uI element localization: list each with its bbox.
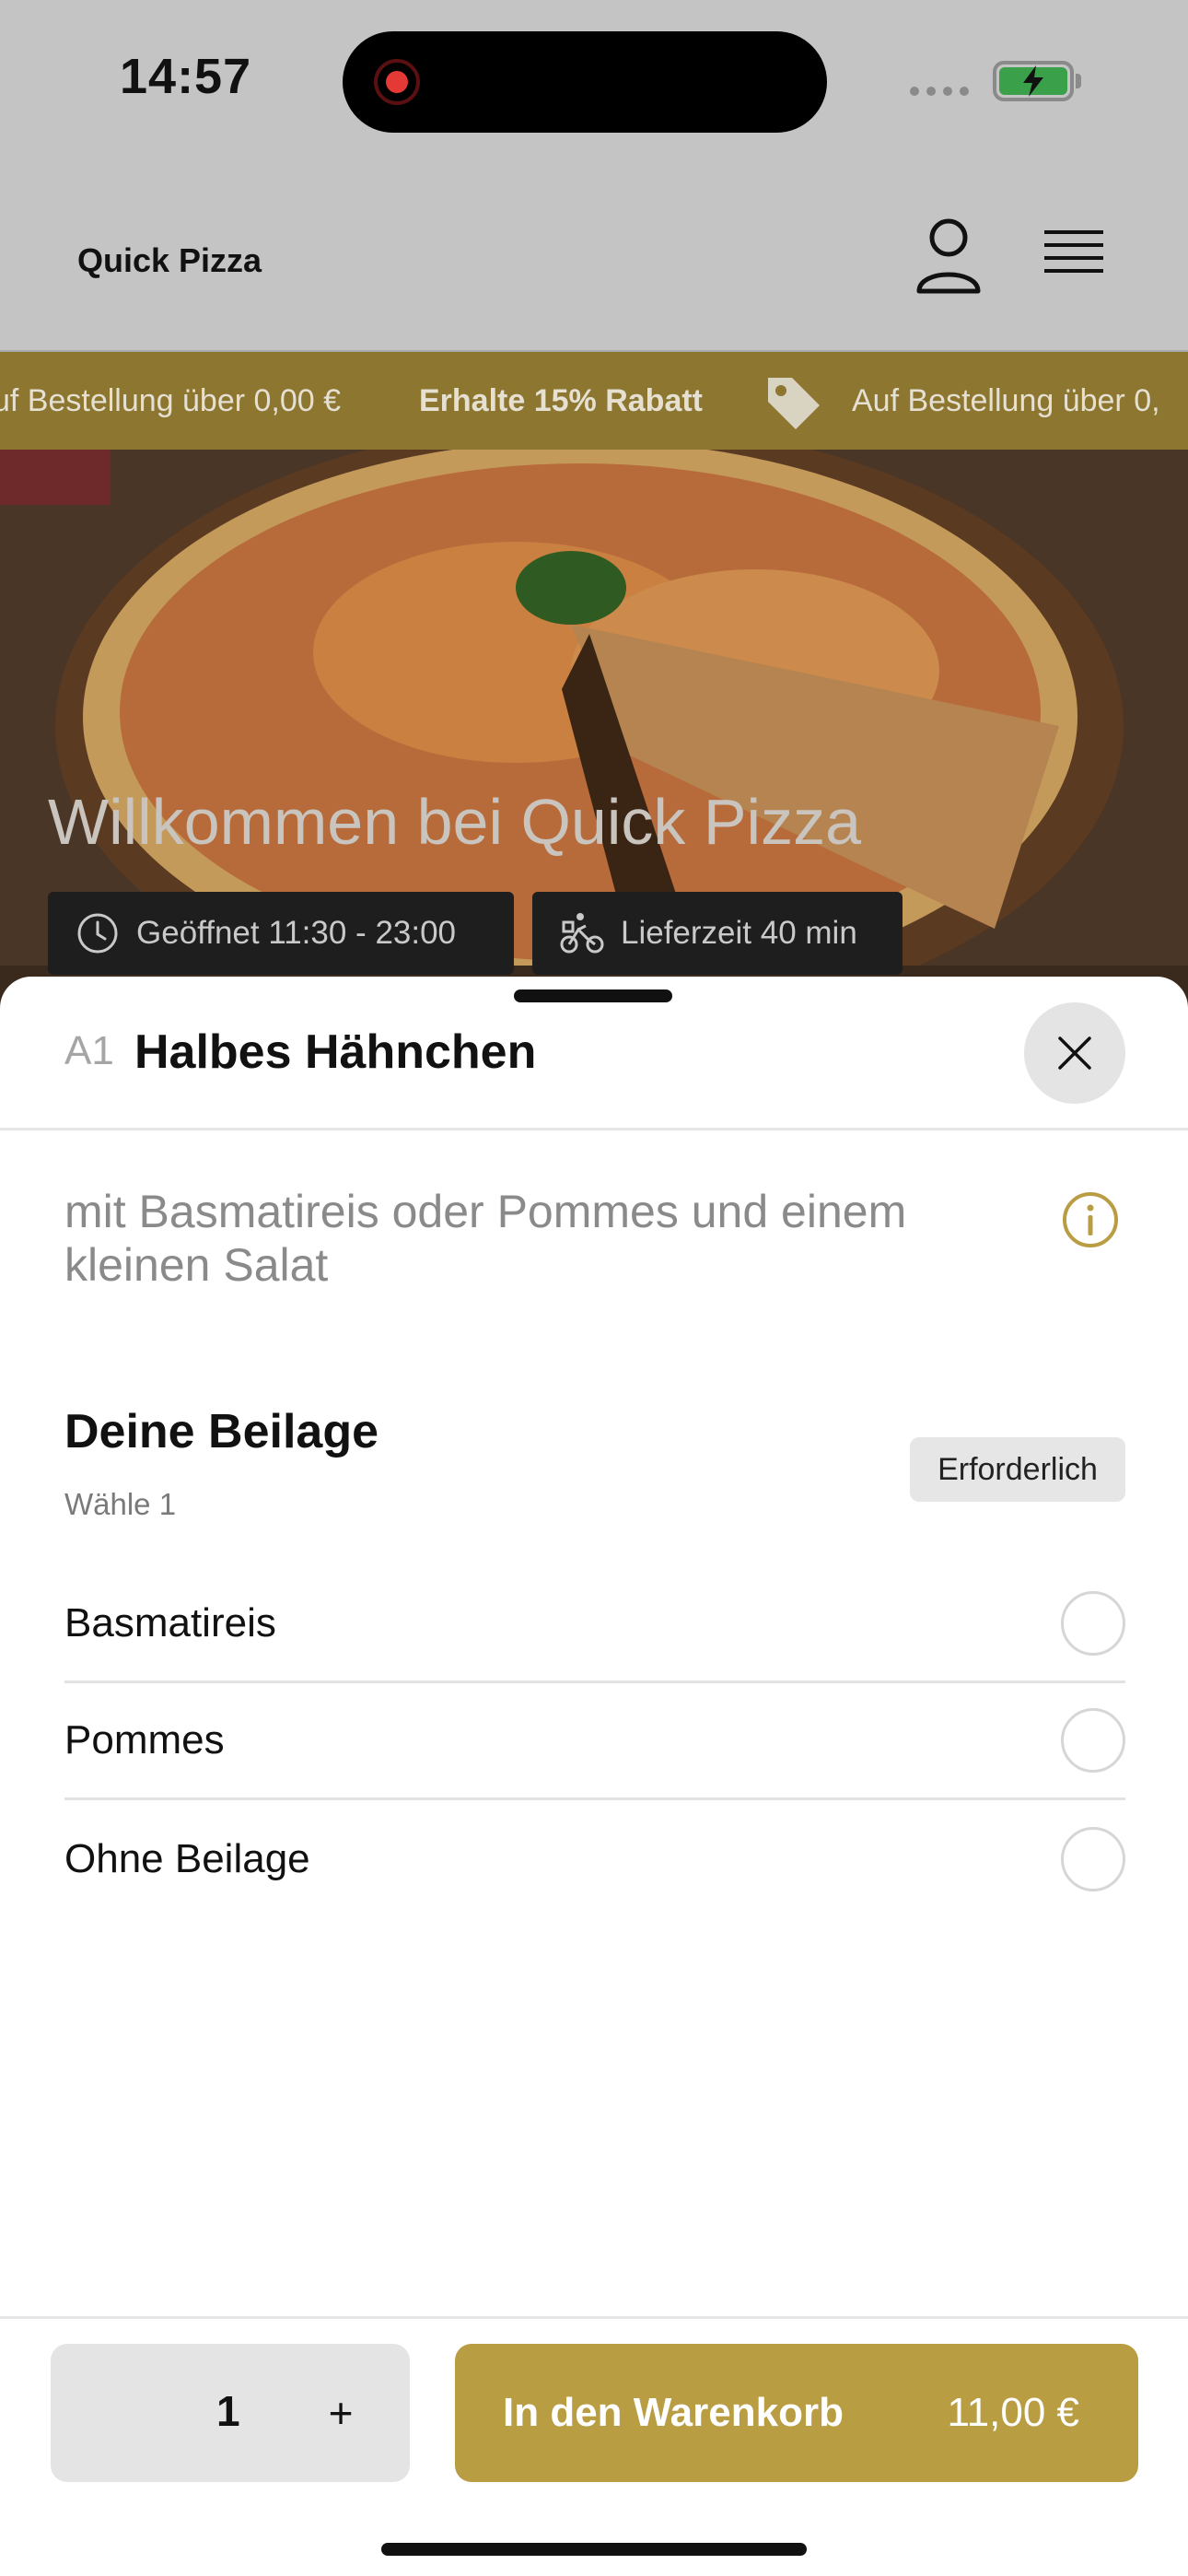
side-dish-options: Basmatireis Pommes Ohne Beilage — [64, 1566, 1125, 1917]
menu-button[interactable] — [1041, 223, 1107, 289]
signal-icon — [910, 87, 969, 96]
hero-title: Willkommen bei Quick Pizza — [48, 786, 861, 858]
delivery-time-chip: Lieferzeit 40 min — [532, 892, 903, 975]
radio-button[interactable] — [1061, 1826, 1125, 1891]
side-dish-section-subtitle: Wähle 1 — [64, 1487, 177, 1521]
quantity-stepper: 1 + — [51, 2344, 410, 2482]
opening-hours-chip: Geöffnet 11:30 - 23:00 — [48, 892, 514, 975]
recording-indicator-icon — [374, 59, 420, 105]
courier-bike-icon — [560, 913, 604, 954]
brand-name[interactable]: Quick Pizza — [77, 241, 262, 280]
item-code: A1 — [64, 1028, 114, 1073]
user-icon — [916, 218, 981, 294]
promo-text: uf Bestellung über 0,00 € — [0, 383, 342, 418]
close-icon — [1058, 1036, 1091, 1070]
status-time: 14:57 — [120, 49, 252, 104]
radio-button[interactable] — [1061, 1708, 1125, 1773]
option-label: Ohne Beilage — [64, 1835, 310, 1881]
option-basmatireis[interactable]: Basmatireis — [64, 1566, 1125, 1683]
close-button[interactable] — [1024, 1002, 1125, 1104]
account-button[interactable] — [914, 217, 984, 297]
info-icon[interactable] — [1061, 1190, 1120, 1249]
divider — [0, 2316, 1188, 2319]
item-detail-sheet: A1 Halbes Hähnchen mit Basmatireis oder … — [0, 977, 1188, 2576]
clock-icon — [77, 913, 118, 954]
promo-ticker: uf Bestellung über 0,00 € Erhalte 15% Ra… — [0, 352, 1188, 450]
option-label: Pommes — [64, 1717, 225, 1762]
add-to-cart-button[interactable]: In den Warenkorb 11,00 € — [455, 2344, 1138, 2482]
divider — [0, 1128, 1188, 1130]
dynamic-island — [343, 31, 827, 133]
promo-text: Auf Bestellung über 0, — [852, 383, 1160, 418]
delivery-time-text: Lieferzeit 40 min — [621, 915, 857, 951]
status-bar: 14:57 — [0, 0, 1188, 166]
option-ohne-beilage[interactable]: Ohne Beilage — [64, 1800, 1125, 1917]
radio-button[interactable] — [1061, 1591, 1125, 1656]
item-description: mit Basmatireis oder Pommes und einem kl… — [64, 1186, 907, 1291]
hamburger-menu-icon — [1044, 230, 1103, 273]
required-badge: Erforderlich — [910, 1437, 1125, 1502]
opening-hours-text: Geöffnet 11:30 - 23:00 — [136, 915, 457, 951]
item-title: Halbes Hähnchen — [134, 1025, 537, 1079]
tag-icon — [768, 378, 820, 429]
home-indicator — [381, 2543, 807, 2556]
increment-button[interactable]: + — [309, 2377, 373, 2449]
hero-banner: Willkommen bei Quick Pizza Geöffnet 11:3… — [0, 450, 1188, 1021]
sheet-grabber[interactable] — [514, 989, 672, 1002]
app-header: Quick Pizza — [0, 166, 1188, 352]
option-label: Basmatireis — [64, 1600, 276, 1645]
quantity-value: 1 — [216, 2387, 240, 2435]
side-dish-section-title: Deine Beilage — [64, 1405, 379, 1458]
item-price: 11,00 € — [947, 2390, 1079, 2435]
promo-highlight: Erhalte 15% Rabatt — [419, 383, 703, 418]
battery-icon — [993, 61, 1074, 101]
add-to-cart-label: In den Warenkorb — [503, 2390, 844, 2435]
option-pommes[interactable]: Pommes — [64, 1683, 1125, 1800]
